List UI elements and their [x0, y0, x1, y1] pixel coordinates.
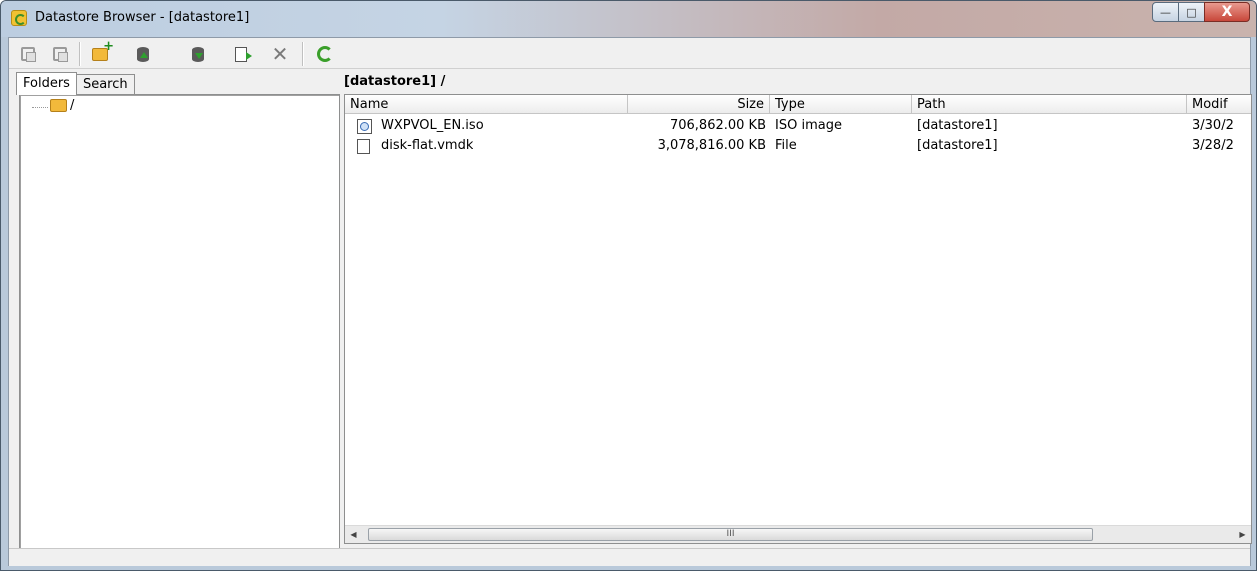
- left-tabs: Folders Search: [16, 72, 135, 95]
- refresh-button[interactable]: [314, 43, 336, 65]
- file-size: 3,078,816.00 KB: [657, 138, 766, 153]
- table-row[interactable]: disk-flat.vmdk 3,078,816.00 KB File [dat…: [345, 137, 1251, 155]
- upload-icon: [137, 46, 149, 62]
- delete-icon: ✕: [271, 42, 289, 66]
- current-path: [datastore1] /: [344, 74, 446, 89]
- file-type: File: [775, 138, 797, 153]
- copy-icon: [21, 47, 36, 62]
- new-folder-button[interactable]: [89, 39, 114, 65]
- refresh-icon: [317, 46, 333, 62]
- file-modified: 3/28/2: [1192, 138, 1234, 153]
- column-header-path[interactable]: Path: [912, 95, 1187, 114]
- maximize-icon: □: [1186, 5, 1197, 19]
- close-icon: X: [1221, 4, 1233, 20]
- file-list: Name Size Type Path Modif WXPVOL_EN.iso …: [344, 94, 1252, 544]
- file-path: [datastore1]: [917, 138, 998, 153]
- toolbar-separator: [79, 42, 81, 66]
- file-type: ISO image: [775, 118, 842, 133]
- column-header-name[interactable]: Name: [345, 95, 628, 114]
- window-content: ✕ Folders Search / [datastore1] / Name S…: [8, 37, 1252, 566]
- horizontal-scrollbar[interactable]: ◀ III ▶: [345, 525, 1251, 543]
- new-folder-icon: [92, 39, 114, 61]
- open-folder-icon: [50, 99, 67, 112]
- title-bar[interactable]: Datastore Browser - [datastore1] — □ X: [1, 1, 1256, 37]
- datastore-browser-window: Datastore Browser - [datastore1] — □ X ✕…: [0, 0, 1257, 571]
- move-icon: [235, 46, 252, 62]
- download-button[interactable]: [187, 43, 209, 65]
- file-path: [datastore1]: [917, 118, 998, 133]
- upload-button[interactable]: [132, 43, 154, 65]
- column-header-size[interactable]: Size: [628, 95, 770, 114]
- file-modified: 3/30/2: [1192, 118, 1234, 133]
- file-size: 706,862.00 KB: [669, 118, 766, 133]
- window-title: Datastore Browser - [datastore1]: [35, 10, 250, 25]
- minimize-icon: —: [1160, 5, 1171, 19]
- file-icon: [357, 139, 370, 154]
- paste-button[interactable]: [49, 43, 71, 65]
- delete-button[interactable]: ✕: [269, 43, 291, 65]
- paste-icon: [53, 47, 68, 62]
- minimize-button[interactable]: —: [1152, 2, 1179, 22]
- app-icon: [11, 10, 27, 26]
- folder-tree: /: [19, 94, 340, 551]
- toolbar-separator: [302, 42, 304, 66]
- move-button[interactable]: [230, 43, 252, 65]
- copy-button[interactable]: [17, 43, 39, 65]
- status-bar: [9, 548, 1250, 566]
- toolbar: ✕: [9, 38, 1250, 69]
- column-header-type[interactable]: Type: [770, 95, 912, 114]
- file-name: WXPVOL_EN.iso: [381, 118, 484, 133]
- download-icon: [192, 46, 204, 62]
- scroll-right-icon[interactable]: ▶: [1234, 526, 1251, 543]
- column-header-modified[interactable]: Modif: [1187, 95, 1251, 114]
- scroll-left-icon[interactable]: ◀: [345, 526, 362, 543]
- file-name: disk-flat.vmdk: [381, 138, 474, 153]
- close-button[interactable]: X: [1204, 2, 1250, 22]
- maximize-button[interactable]: □: [1178, 2, 1205, 22]
- tab-search[interactable]: Search: [75, 74, 135, 95]
- tree-connector: [32, 107, 48, 108]
- table-row[interactable]: WXPVOL_EN.iso 706,862.00 KB ISO image [d…: [345, 117, 1251, 135]
- tree-item-root[interactable]: /: [70, 98, 74, 113]
- tab-folders[interactable]: Folders: [16, 72, 77, 95]
- window-controls: — □ X: [1152, 2, 1250, 24]
- scrollbar-thumb[interactable]: III: [368, 528, 1093, 541]
- iso-image-icon: [357, 119, 372, 134]
